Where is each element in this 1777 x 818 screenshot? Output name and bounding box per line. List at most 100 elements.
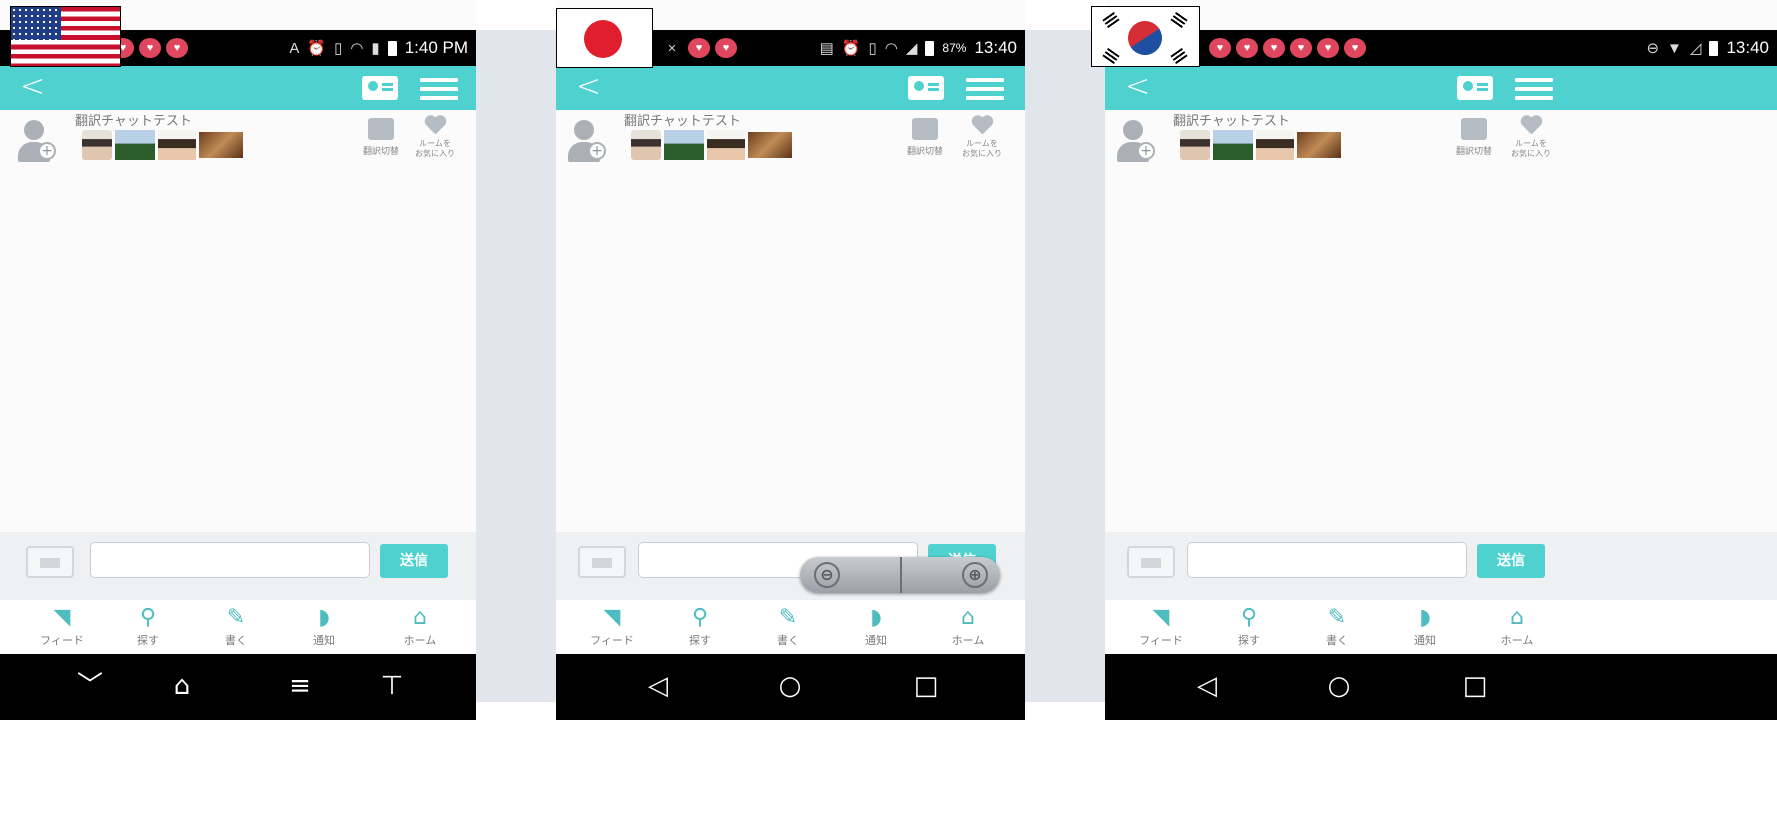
favorite-room-button[interactable]: ルームを お気に入り [411,116,459,159]
avatar[interactable] [664,130,704,160]
tab-home[interactable]: ⌂ ホーム [1477,604,1557,648]
zoom-control[interactable]: ⊖ ⊕ [800,557,1000,593]
image-attach-icon[interactable] [1127,546,1175,578]
tab-feed[interactable]: ◥ フィード [22,604,102,648]
tools-icon: ✕ [661,38,683,58]
avatar[interactable] [1180,130,1210,160]
pencil-write-icon: ✎ [778,605,798,630]
chevron-down-icon[interactable]: ﹀ [60,668,120,704]
hamburger-menu-icon[interactable] [966,78,1004,100]
message-input[interactable] [1187,542,1467,578]
feed-rss-icon: ◥ [53,605,71,630]
tab-label: 書く [225,634,247,647]
favorite-label: ルームを お気に入り [962,139,1002,158]
add-member-icon[interactable]: + [18,120,58,165]
translate-toggle-button[interactable]: 翻訳切替 [900,118,950,157]
tab-search[interactable]: ⚲ 探す [660,604,740,648]
tab-label: フィード [1139,634,1183,647]
nfc-icon: ▯ [868,40,877,57]
feed-rss-icon: ◥ [603,605,621,630]
recents-square-icon[interactable]: □ [1445,668,1505,704]
avatar[interactable] [115,130,155,160]
tab-label: ホーム [951,634,985,647]
app-notification-icon: ♥ [1344,38,1366,58]
translate-toggle-button[interactable]: 翻訳切替 [1449,118,1499,157]
tab-write[interactable]: ✎ 書く [196,604,276,648]
favorite-room-button[interactable]: ルームを お気に入り [958,116,1006,159]
tab-home[interactable]: ⌂ ホーム [380,604,460,648]
tab-notifications[interactable]: ◗ 通知 [284,604,364,648]
menu-icon[interactable]: ≡ [270,668,330,704]
recents-square-icon[interactable]: □ [896,668,956,704]
send-button[interactable]: 送信 [380,544,448,578]
avatar[interactable] [82,130,112,160]
keyboard-icon: ▤ [819,40,834,57]
home-circle-icon[interactable]: ○ [760,668,820,704]
app-header: < [556,66,1025,110]
back-arrow-icon[interactable]: < [576,70,601,104]
image-attach-icon[interactable] [578,546,626,578]
back-arrow-icon[interactable]: < [20,70,45,104]
tab-write[interactable]: ✎ 書く [748,604,828,648]
message-input-bar: 送信 [0,532,476,600]
avatar[interactable] [1256,130,1294,160]
tab-write[interactable]: ✎ 書く [1297,604,1377,648]
feed-rss-icon: ◥ [1152,605,1170,630]
bottom-tab-bar: ◥ フィード ⚲ 探す ✎ 書く ◗ 通知 ⌂ ホーム [0,600,476,654]
hamburger-menu-icon[interactable] [1515,78,1553,100]
profile-card-icon[interactable] [362,76,398,100]
avatar[interactable] [631,130,661,160]
image-attach-icon[interactable] [26,546,74,578]
tab-feed[interactable]: ◥ フィード [1121,604,1201,648]
tab-notifications[interactable]: ◗ 通知 [836,604,916,648]
back-triangle-icon[interactable]: ◁ [628,668,688,704]
avatar[interactable] [199,132,243,158]
app-notification-icon: ♥ [1236,38,1258,58]
search-icon: ⚲ [139,605,157,630]
notification-drawer-icon[interactable]: ⊤ [362,668,422,704]
back-arrow-icon[interactable]: < [1125,70,1150,104]
add-member-icon[interactable]: + [568,120,608,165]
tab-search[interactable]: ⚲ 探す [1209,604,1289,648]
phone-screen-jp: ✕ ♥ ♥ ▤ ⏰ ▯ ◠ ◢ 87% 13:40 < + 翻訳チャットテスト [556,0,1025,720]
tab-label: ホーム [1500,634,1534,647]
tab-feed[interactable]: ◥ フィード [572,604,652,648]
home-circle-icon[interactable]: ○ [1309,668,1369,704]
send-button[interactable]: 送信 [1477,544,1545,578]
bottom-tab-bar: ◥ フィード ⚲ 探す ✎ 書く ◗ 通知 ⌂ ホーム [556,600,1025,654]
avatar[interactable] [158,130,196,160]
avatar[interactable] [707,130,745,160]
app-notification-icon: ♥ [1209,38,1231,58]
app-notification-icon: ♥ [166,38,188,58]
bell-notification-icon: ◗ [1419,605,1431,630]
tab-label: フィード [590,634,634,647]
zoom-in-icon[interactable]: ⊕ [962,562,988,588]
tab-search[interactable]: ⚲ 探す [108,604,188,648]
hamburger-menu-icon[interactable] [420,78,458,100]
wifi-icon: ▼ [1667,39,1682,57]
avatar[interactable] [1213,130,1253,160]
back-triangle-icon[interactable]: ◁ [1177,668,1237,704]
bell-notification-icon: ◗ [870,605,882,630]
signal-icon: ◢ [905,40,918,57]
profile-card-icon[interactable] [1457,76,1493,100]
message-input[interactable] [90,542,370,578]
home-outline-icon[interactable]: ⌂ [152,668,212,704]
phone-screen-kr: ♥ ♥ ♥ ♥ ♥ ♥ ⊖ ▼ ◿ 13:40 < + 翻訳チャットテスト 翻訳… [1105,0,1777,720]
room-info: + 翻訳チャットテスト 翻訳切替 ルームを お気に入り [0,110,476,190]
wifi-icon: ◠ [884,40,898,57]
frame-line [10,716,296,718]
message-input-bar: 送信 [1105,532,1777,600]
profile-card-icon[interactable] [908,76,944,100]
tab-home[interactable]: ⌂ ホーム [928,604,1008,648]
favorite-label: ルームを お気に入り [415,139,455,158]
tab-label: 探す [1238,634,1260,647]
avatar[interactable] [1297,132,1341,158]
favorite-room-button[interactable]: ルームを お気に入り [1507,116,1555,159]
avatar[interactable] [748,132,792,158]
tab-notifications[interactable]: ◗ 通知 [1385,604,1465,648]
add-member-icon[interactable]: + [1117,120,1157,165]
app-notification-icon: ♥ [1263,38,1285,58]
zoom-out-icon[interactable]: ⊖ [814,562,840,588]
translate-toggle-button[interactable]: 翻訳切替 [356,118,406,157]
